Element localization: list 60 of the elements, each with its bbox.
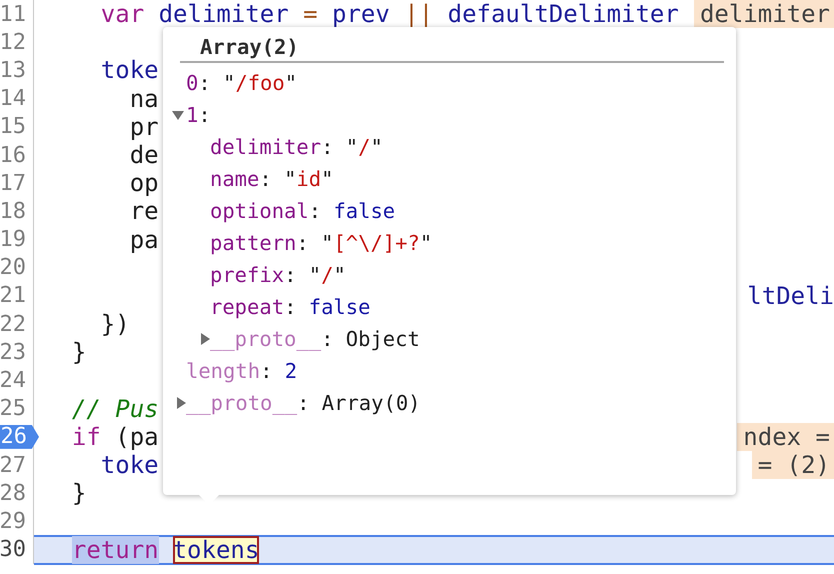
line-number: 29: [0, 508, 27, 534]
identifier: toke: [100, 56, 159, 84]
line-number: 21: [0, 283, 27, 308]
line-number: 19: [0, 227, 27, 252]
line-number: 13: [0, 58, 27, 83]
breakpoint-marker[interactable]: 26: [0, 424, 39, 449]
line-number: 22: [0, 312, 27, 337]
inline-value: delimiter: [694, 0, 834, 28]
code-text: op: [128, 169, 159, 198]
property-text: __proto__: Object: [210, 327, 420, 351]
code-text: }): [100, 310, 130, 338]
property-text: delimiter: "/": [210, 135, 383, 159]
line-number: 14: [0, 86, 27, 112]
code-text: }: [70, 479, 86, 508]
property-text: 0: "/foo": [186, 71, 298, 95]
code-text: na: [128, 84, 159, 113]
line-number: 17: [0, 170, 27, 196]
expand-arrow-icon[interactable]: [201, 333, 210, 345]
code-text: (pa: [114, 422, 159, 451]
code-text: re: [128, 197, 159, 226]
keyword: if: [70, 422, 101, 451]
operator: =: [302, 0, 318, 28]
identifier: ltDeli: [747, 282, 834, 310]
line-number: 11: [0, 2, 27, 27]
code-text: de: [128, 141, 159, 170]
identifier: prev: [331, 0, 390, 28]
property-text: length: 2: [186, 359, 298, 383]
line-number: 27: [0, 452, 27, 478]
property-text: name: "id": [210, 167, 334, 191]
line-number: 28: [0, 480, 27, 506]
property-text: 1:: [186, 103, 211, 127]
identifier: defaultDelimiter: [446, 0, 679, 28]
identifier: toke: [100, 451, 159, 480]
property-text: optional: false: [210, 199, 396, 223]
line-number: 30: [0, 537, 27, 562]
property-text: pattern: "[^\/]+?": [210, 231, 432, 255]
code-text: pr: [128, 112, 159, 141]
inline-value: = (2): [752, 451, 834, 480]
property-text: repeat: false: [210, 295, 370, 319]
property-text: prefix: "/": [210, 263, 346, 287]
identifier: delimiter: [158, 0, 289, 28]
line-number: 12: [0, 30, 27, 55]
line-number: 23: [0, 340, 27, 365]
line-number: 25: [0, 396, 27, 422]
hovered-identifier: tokens: [172, 536, 260, 564]
line-number: 18: [0, 198, 27, 224]
code-comment: // Pus: [70, 394, 159, 423]
inline-value: ndex =: [737, 422, 834, 451]
expand-arrow-icon[interactable]: [177, 397, 186, 409]
property-text: __proto__: Array(0): [186, 391, 421, 415]
popover-title: Array(2): [199, 35, 300, 61]
code-text: }: [70, 338, 86, 366]
line-number: 16: [0, 142, 27, 168]
operator: ||: [403, 0, 434, 28]
line-number: 24: [0, 368, 27, 394]
line-number: 15: [0, 114, 27, 140]
line-number: 20: [0, 255, 27, 280]
collapse-arrow-icon[interactable]: [172, 110, 184, 120]
keyword: var: [100, 0, 144, 28]
code-text: pa: [128, 226, 159, 254]
